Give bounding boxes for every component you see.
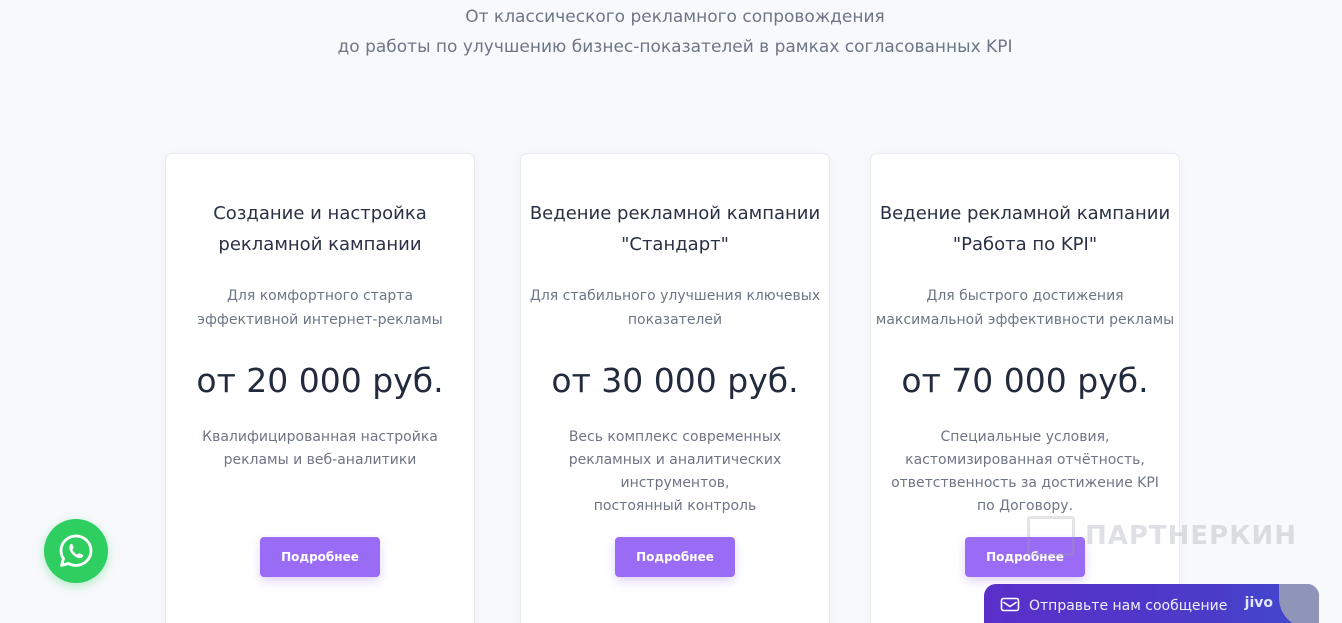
- watermark-logo-icon: [1027, 516, 1075, 556]
- whatsapp-button[interactable]: [44, 519, 108, 583]
- card-description-line: максимальной эффективности рекламы: [875, 312, 1175, 328]
- card-features: Специальные условия, кастомизированная о…: [871, 426, 1179, 518]
- card-feature-line: рекламы и веб-аналитики: [223, 452, 417, 468]
- watermark-text: ПАРТНЕРКИН: [1084, 521, 1297, 551]
- card-feature-line: инструментов,: [620, 475, 730, 491]
- card-description-line: Для быстрого достижения: [926, 288, 1124, 304]
- card-price: от 70 000 руб.: [901, 361, 1149, 400]
- chat-avatar: [1279, 584, 1319, 623]
- card-features: Квалифицированная настройка рекламы и ве…: [166, 426, 474, 472]
- pricing-card-standard: Ведение рекламной кампании "Стандарт" Дл…: [520, 153, 830, 623]
- card-description: Для стабильного улучшения ключевых показ…: [521, 284, 829, 332]
- card-price: от 30 000 руб.: [551, 361, 799, 400]
- jivo-brand: jivo: [1244, 595, 1273, 611]
- subtitle-line-2: до работы по улучшению бизнес-показателе…: [337, 37, 1013, 57]
- card-title-line: "Работа по KPI": [952, 234, 1098, 255]
- details-button[interactable]: Подробнее: [615, 537, 735, 577]
- card-feature-line: рекламных и аналитических: [568, 452, 782, 468]
- pricing-card-setup: Создание и настройка рекламной кампании …: [165, 153, 475, 623]
- card-feature-line: Квалифицированная настройка: [202, 429, 438, 445]
- card-description-line: Для стабильного улучшения ключевых: [529, 288, 821, 304]
- card-features: Весь комплекс современных рекламных и ан…: [521, 426, 829, 518]
- card-title: Ведение рекламной кампании "Работа по KP…: [871, 198, 1179, 260]
- card-feature-line: Специальные условия,: [940, 429, 1110, 445]
- whatsapp-icon: [59, 534, 93, 567]
- message-icon: [1000, 597, 1020, 612]
- card-feature-line: Весь комплекс современных: [568, 429, 782, 445]
- card-description: Для быстрого достижения максимальной эфф…: [871, 284, 1179, 332]
- chat-widget-label: Отправьте нам сообщение: [1029, 598, 1228, 614]
- card-title-line: рекламной кампании: [218, 234, 422, 255]
- card-price: от 20 000 руб.: [196, 361, 444, 400]
- card-title: Создание и настройка рекламной кампании: [166, 198, 474, 260]
- chat-widget-button[interactable]: Отправьте нам сообщение jivo: [984, 584, 1319, 623]
- card-title-line: "Стандарт": [621, 234, 729, 255]
- card-description: Для комфортного старта эффективной интер…: [166, 284, 474, 332]
- card-feature-line: ответственность за достижение KPI: [891, 475, 1159, 491]
- card-description-line: показателей: [627, 312, 723, 328]
- card-title: Ведение рекламной кампании "Стандарт": [521, 198, 829, 260]
- partnerkin-watermark: ПАРТНЕРКИН: [1027, 514, 1297, 558]
- section-subtitle: От классического рекламного сопровождени…: [0, 2, 1342, 62]
- card-feature-line: постоянный контроль: [593, 498, 757, 514]
- card-description-line: эффективной интернет-рекламы: [197, 312, 443, 328]
- card-description-line: Для комфортного старта: [226, 288, 414, 304]
- card-feature-line: кастомизированная отчётность,: [905, 452, 1145, 468]
- card-title-line: Ведение рекламной кампании: [529, 203, 821, 224]
- card-title-line: Ведение рекламной кампании: [879, 203, 1171, 224]
- card-title-line: Создание и настройка: [213, 203, 427, 224]
- subtitle-line-1: От классического рекламного сопровождени…: [465, 7, 885, 27]
- details-button[interactable]: Подробнее: [260, 537, 380, 577]
